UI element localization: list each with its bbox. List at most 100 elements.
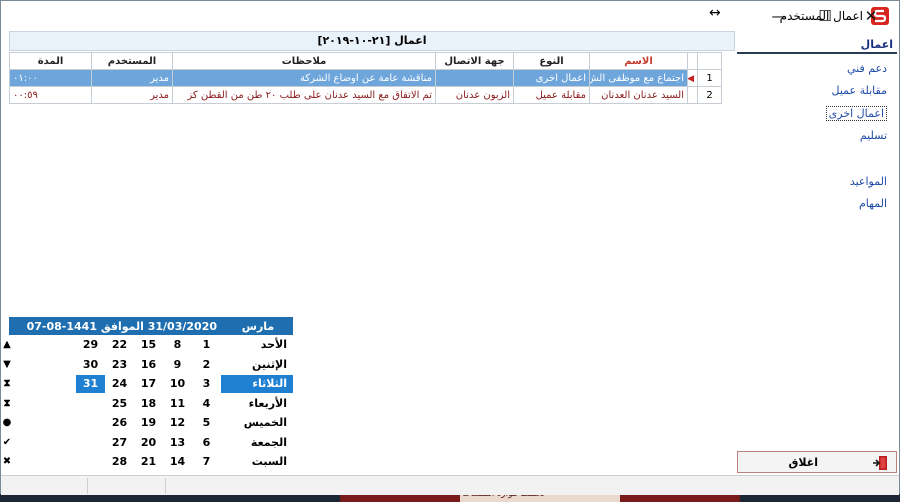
title-bar[interactable]: اعمال المستخدم ↔ — ☐ ✕ [1,1,899,31]
calendar-month: مارس [241,319,275,333]
cell-name[interactable]: اجتماع مع موظفى الش [589,69,688,87]
calendar-day-label: الخميس [243,416,287,430]
calendar-day-label: الإثنين [252,357,287,371]
cell-user[interactable]: مدير [91,69,173,87]
check-icon[interactable]: ✔ [0,437,15,448]
sidebar-item-other-tasks[interactable]: اعمال اخرى [825,106,887,121]
grid-caption: اعمال [٢١-١٠-٢٠١٩] [9,31,735,51]
calendar-week-row: ▲ الأحد 1 8 15 22 29 [3,335,293,355]
calendar-day-label: الأحد [260,338,287,352]
status-segment [87,478,88,494]
row-number: 2 [697,86,722,104]
calendar-date[interactable]: 19 [134,416,163,429]
calendar-date[interactable]: 8 [163,338,192,351]
sidebar-item-tech-support[interactable]: دعم فني [847,62,887,75]
calendar-date[interactable]: 21 [134,455,163,468]
calendar-day-label-today: الثلاثاء [221,374,293,393]
cell-name[interactable]: السيد عدنان العدنان [589,86,688,104]
calendar-date[interactable]: 14 [163,455,192,468]
calendar-date[interactable]: 6 [192,436,221,449]
calendar-date[interactable]: 27 [105,436,134,449]
calendar-date[interactable]: 1 [192,338,221,351]
header-name[interactable]: الاسم [589,52,688,70]
calendar-date[interactable]: 18 [134,397,163,410]
close-window-button[interactable]: ✕ [858,4,884,28]
calendar-date[interactable]: 28 [105,455,134,468]
calendar-date[interactable]: 11 [163,397,192,410]
maximize-button[interactable]: ☐ [812,4,838,28]
calendar-week-row: ✔ الجمعة 6 13 20 27 [3,433,293,453]
cell-contact[interactable]: الزبون عدنان [435,86,514,104]
calendar-date[interactable]: 29 [76,338,105,351]
sidebar-item-client-meeting[interactable]: مقابلة عميل [832,84,887,97]
sidebar-title: اعمال [860,38,893,51]
calendar-header: مارس 31/03/2020 الموافق 1441-08-07 [9,317,293,335]
header-notes[interactable]: ملاحظات [172,52,436,70]
header-user[interactable]: المستخدم [91,52,173,70]
scroll-up-icon[interactable]: ▲ [0,339,15,350]
row-marker [687,86,698,104]
calendar-date[interactable]: 30 [76,358,105,371]
calendar-date[interactable]: 22 [105,338,134,351]
calendar-date[interactable]: 5 [192,416,221,429]
calendar: مارس 31/03/2020 الموافق 1441-08-07 ▲ الأ… [3,317,293,472]
cell-type[interactable]: مقابلة عميل [513,86,590,104]
calendar-date[interactable]: 23 [105,358,134,371]
calendar-week-row: ⧗ الأربعاء 4 11 18 25 [3,394,293,414]
calendar-date-selected[interactable]: 31 [76,374,105,393]
calendar-day-label: الأربعاء [248,396,287,410]
calendar-date[interactable]: 7 [192,455,221,468]
calendar-date[interactable]: 13 [163,436,192,449]
cell-notes[interactable]: مناقشة عامة عن اوضاع الشركة [172,69,436,87]
calendar-date[interactable]: 26 [105,416,134,429]
main-content: اعمال [٢١-١٠-٢٠١٩] الاسم النوع جهة الاتص… [3,31,735,475]
sidebar-item-tasks[interactable]: المهام [859,197,887,210]
calendar-date[interactable]: 2 [192,358,221,371]
cell-notes[interactable]: تم الاتفاق مع السيد عدنان على طلب ٢٠ طن … [172,86,436,104]
calendar-date[interactable]: 9 [163,358,192,371]
calendar-date[interactable]: 17 [134,377,163,390]
hourglass-icon[interactable]: ⧗ [0,398,15,409]
calendar-date-info: 31/03/2020 الموافق 1441-08-07 [26,319,217,333]
tasks-sidebar: اعمال دعم فني مقابلة عميل اعمال اخرى تسل… [735,31,899,475]
hourglass-icon[interactable]: ⧗ [0,378,15,389]
calendar-day-label: السبت [251,455,287,469]
cell-type[interactable]: اعمال اخرى [513,69,590,87]
scroll-down-icon[interactable]: ▼ [0,359,15,370]
table-row[interactable]: 2 السيد عدنان العدنان مقابلة عميل الزبون… [9,86,722,104]
calendar-week-row: ✖ السبت 7 14 21 28 [3,452,293,472]
resize-arrows-icon[interactable]: ↔ [709,5,721,21]
calendar-day-label: الجمعة [250,435,287,449]
close-button[interactable]: اغلاق [737,451,897,473]
cell-duration[interactable]: ٠٠:٥٩ [9,86,92,104]
current-row-marker-icon: ◀ [687,69,698,87]
calendar-date[interactable]: 20 [134,436,163,449]
calendar-date[interactable]: 24 [105,377,134,390]
exit-door-icon [873,456,887,470]
calendar-week-row: ▼ الإثنين 2 9 16 23 30 [3,355,293,375]
dot-icon[interactable]: ● [0,417,15,428]
sidebar-item-appointments[interactable]: المواعيد [850,175,887,188]
calendar-date[interactable]: 10 [163,377,192,390]
calendar-date[interactable]: 4 [192,397,221,410]
cell-duration[interactable]: ٠١:٠٠ [9,69,92,87]
header-contact[interactable]: جهة الاتصال [435,52,514,70]
close-button-label: اغلاق [788,456,818,469]
cell-user[interactable]: مدير [91,86,173,104]
calendar-date[interactable]: 15 [134,338,163,351]
calendar-date[interactable]: 3 [192,377,221,390]
calendar-date[interactable]: 12 [163,416,192,429]
calendar-week-row: ● الخميس 5 12 19 26 [3,413,293,433]
calendar-date[interactable]: 16 [134,358,163,371]
header-marker [687,52,698,70]
header-duration[interactable]: المدة [9,52,92,70]
minimize-button[interactable]: — [766,4,792,28]
sidebar-item-delivery[interactable]: تسليم [860,129,887,142]
cross-icon[interactable]: ✖ [0,456,15,467]
header-type[interactable]: النوع [513,52,590,70]
grid-header-row: الاسم النوع جهة الاتصال ملاحظات المستخدم… [9,52,722,70]
cell-contact[interactable] [435,69,514,87]
table-row[interactable]: 1 ◀ اجتماع مع موظفى الش اعمال اخرى مناقش… [9,69,722,87]
header-rownum [697,52,722,70]
calendar-date[interactable]: 25 [105,397,134,410]
